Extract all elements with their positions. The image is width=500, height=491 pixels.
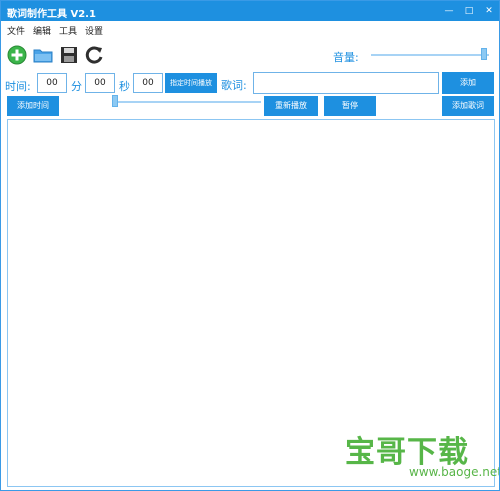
progress-slider-thumb[interactable] bbox=[112, 95, 118, 107]
menu-bar: 文件 编辑 工具 设置 bbox=[1, 21, 499, 37]
title-bar: 歌词制作工具 V2.1 — □ ✕ bbox=[1, 1, 499, 21]
progress-slider-track[interactable] bbox=[115, 101, 261, 103]
pause-button[interactable]: 暂停 bbox=[324, 96, 376, 116]
window-title: 歌词制作工具 V2.1 bbox=[7, 9, 96, 20]
menu-tools[interactable]: 工具 bbox=[59, 24, 77, 37]
minutes-label: 分 bbox=[71, 80, 82, 93]
add-lyrics-button[interactable]: 添加歌词 bbox=[442, 96, 494, 116]
minimize-button[interactable]: — bbox=[441, 3, 457, 19]
app-window: 歌词制作工具 V2.1 — □ ✕ 文件 编辑 工具 设置 音量: 时间: 00… bbox=[0, 0, 500, 491]
lyrics-label: 歌词: bbox=[221, 79, 247, 92]
menu-file[interactable]: 文件 bbox=[7, 24, 25, 37]
folder-icon[interactable] bbox=[33, 45, 53, 65]
minutes-input[interactable]: 00 bbox=[85, 73, 115, 93]
close-button[interactable]: ✕ bbox=[481, 3, 497, 19]
time-label: 时间: bbox=[5, 80, 31, 93]
play-from-time-button[interactable]: 指定时间播放 bbox=[165, 73, 217, 93]
seconds-input[interactable]: 00 bbox=[133, 73, 163, 93]
menu-edit[interactable]: 编辑 bbox=[33, 24, 51, 37]
hours-input[interactable]: 00 bbox=[37, 73, 67, 93]
volume-label: 音量: bbox=[333, 51, 359, 64]
seconds-label: 秒 bbox=[119, 80, 130, 93]
add-icon[interactable] bbox=[7, 45, 27, 65]
watermark-url: www.baoge.net bbox=[409, 465, 500, 479]
add-lyric-button[interactable]: 添加 bbox=[442, 72, 494, 94]
maximize-button[interactable]: □ bbox=[461, 3, 477, 19]
lyrics-input[interactable] bbox=[253, 72, 439, 94]
save-icon[interactable] bbox=[59, 45, 79, 65]
volume-slider-thumb[interactable] bbox=[480, 48, 487, 60]
watermark-logo: 宝哥下载 www.baoge.net bbox=[341, 427, 500, 487]
refresh-icon[interactable] bbox=[85, 45, 105, 65]
replay-button[interactable]: 重新播放 bbox=[264, 96, 318, 116]
menu-settings[interactable]: 设置 bbox=[85, 24, 103, 37]
volume-slider-track[interactable] bbox=[371, 54, 489, 56]
add-time-button[interactable]: 添加时间 bbox=[7, 96, 59, 116]
